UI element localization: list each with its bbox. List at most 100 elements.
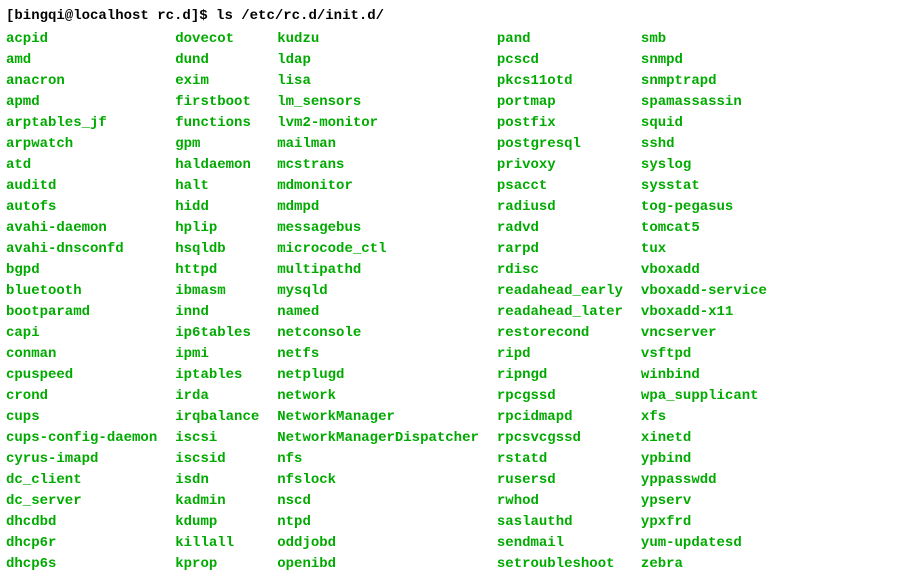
file-entry: postgresql	[497, 134, 623, 155]
file-entry: snmpd	[641, 50, 767, 71]
file-entry: kprop	[175, 554, 259, 575]
file-entry: ip6tables	[175, 323, 259, 344]
file-entry: nfs	[277, 449, 479, 470]
file-entry: lisa	[277, 71, 479, 92]
file-entry: sshd	[641, 134, 767, 155]
file-entry: mdmonitor	[277, 176, 479, 197]
file-entry: pcscd	[497, 50, 623, 71]
file-entry: tog-pegasus	[641, 197, 767, 218]
file-entry: kdump	[175, 512, 259, 533]
file-entry: auditd	[6, 176, 157, 197]
file-entry: ripd	[497, 344, 623, 365]
file-entry: rdisc	[497, 260, 623, 281]
file-entry: avahi-daemon	[6, 218, 157, 239]
file-entry: hidd	[175, 197, 259, 218]
file-entry: mailman	[277, 134, 479, 155]
file-entry: cyrus-imapd	[6, 449, 157, 470]
file-entry: yum-updatesd	[641, 533, 767, 554]
file-entry: bootparamd	[6, 302, 157, 323]
file-entry: cpuspeed	[6, 365, 157, 386]
file-entry: dc_server	[6, 491, 157, 512]
listing-column: pandpcscdpkcs11otdportmappostfixpostgres…	[497, 29, 623, 575]
file-entry: dovecot	[175, 29, 259, 50]
file-entry: rpcidmapd	[497, 407, 623, 428]
file-entry: mcstrans	[277, 155, 479, 176]
file-entry: oddjobd	[277, 533, 479, 554]
file-entry: postfix	[497, 113, 623, 134]
terminal-output: [bingqi@localhost rc.d]$ ls /etc/rc.d/in…	[6, 6, 908, 575]
file-entry: ypxfrd	[641, 512, 767, 533]
file-entry: squid	[641, 113, 767, 134]
file-entry: bluetooth	[6, 281, 157, 302]
file-entry: sendmail	[497, 533, 623, 554]
file-entry: rpcsvcgssd	[497, 428, 623, 449]
file-entry: lvm2-monitor	[277, 113, 479, 134]
file-entry: dhcdbd	[6, 512, 157, 533]
listing-column: smbsnmpdsnmptrapdspamassassinsquidsshdsy…	[641, 29, 767, 575]
file-entry: messagebus	[277, 218, 479, 239]
listing-column: kudzuldaplisalm_sensorslvm2-monitormailm…	[277, 29, 479, 575]
file-entry: lm_sensors	[277, 92, 479, 113]
file-entry: hsqldb	[175, 239, 259, 260]
file-entry: httpd	[175, 260, 259, 281]
file-entry: dhcp6r	[6, 533, 157, 554]
file-entry: mysqld	[277, 281, 479, 302]
file-entry: psacct	[497, 176, 623, 197]
file-entry: crond	[6, 386, 157, 407]
file-entry: bgpd	[6, 260, 157, 281]
file-entry: readahead_early	[497, 281, 623, 302]
file-entry: iptables	[175, 365, 259, 386]
file-entry: winbind	[641, 365, 767, 386]
file-entry: tux	[641, 239, 767, 260]
file-entry: spamassassin	[641, 92, 767, 113]
file-entry: irda	[175, 386, 259, 407]
file-entry: NetworkManager	[277, 407, 479, 428]
file-entry: yppasswdd	[641, 470, 767, 491]
file-entry: acpid	[6, 29, 157, 50]
command-text: ls /etc/rc.d/init.d/	[216, 8, 384, 24]
file-entry: conman	[6, 344, 157, 365]
file-entry: isdn	[175, 470, 259, 491]
file-entry: sysstat	[641, 176, 767, 197]
file-entry: avahi-dnsconfd	[6, 239, 157, 260]
file-entry: capi	[6, 323, 157, 344]
file-entry: zebra	[641, 554, 767, 575]
file-entry: pand	[497, 29, 623, 50]
file-entry: rusersd	[497, 470, 623, 491]
file-entry: netfs	[277, 344, 479, 365]
file-entry: snmptrapd	[641, 71, 767, 92]
file-entry: radiusd	[497, 197, 623, 218]
file-entry: anacron	[6, 71, 157, 92]
file-entry: ripngd	[497, 365, 623, 386]
file-entry: kudzu	[277, 29, 479, 50]
file-entry: ntpd	[277, 512, 479, 533]
file-entry: irqbalance	[175, 407, 259, 428]
file-entry: rarpd	[497, 239, 623, 260]
file-entry: rwhod	[497, 491, 623, 512]
file-entry: pkcs11otd	[497, 71, 623, 92]
file-entry: ypbind	[641, 449, 767, 470]
file-entry: ipmi	[175, 344, 259, 365]
file-entry: nscd	[277, 491, 479, 512]
file-entry: autofs	[6, 197, 157, 218]
file-entry: iscsid	[175, 449, 259, 470]
file-entry: ldap	[277, 50, 479, 71]
file-entry: setroubleshoot	[497, 554, 623, 575]
file-entry: dhcp6s	[6, 554, 157, 575]
file-entry: NetworkManagerDispatcher	[277, 428, 479, 449]
file-entry: named	[277, 302, 479, 323]
file-entry: firstboot	[175, 92, 259, 113]
shell-prompt: [bingqi@localhost rc.d]$	[6, 8, 216, 24]
file-entry: vboxadd-service	[641, 281, 767, 302]
file-entry: cups	[6, 407, 157, 428]
listing-column: dovecotdundeximfirstbootfunctionsgpmhald…	[175, 29, 259, 575]
file-entry: gpm	[175, 134, 259, 155]
file-entry: ypserv	[641, 491, 767, 512]
file-entry: xfs	[641, 407, 767, 428]
file-entry: microcode_ctl	[277, 239, 479, 260]
listing-column: acpidamdanacronapmdarptables_jfarpwatcha…	[6, 29, 157, 575]
file-entry: restorecond	[497, 323, 623, 344]
file-entry: rpcgssd	[497, 386, 623, 407]
file-entry: innd	[175, 302, 259, 323]
file-entry: iscsi	[175, 428, 259, 449]
